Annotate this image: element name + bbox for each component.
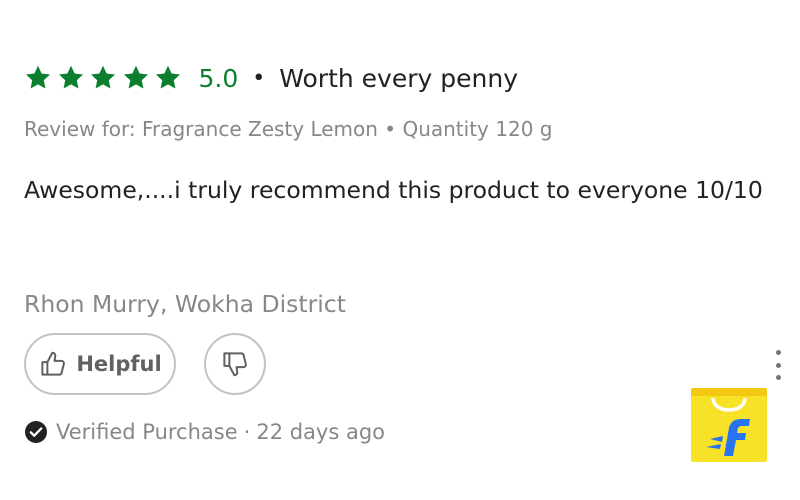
more-options-button[interactable] (766, 350, 790, 380)
shopping-bag-logo (691, 388, 767, 462)
star-rating (24, 64, 187, 92)
review-headline: Worth every penny (279, 63, 518, 93)
review-age: 22 days ago (256, 420, 386, 444)
verified-purchase-row: Verified Purchase · 22 days ago (24, 417, 385, 447)
verified-purchase-label: Verified Purchase (56, 420, 238, 444)
helpful-label: Helpful (76, 352, 162, 376)
more-vertical-icon-dot (775, 350, 781, 355)
rating-value: 5.0 (198, 63, 239, 93)
check-circle-icon (25, 421, 47, 443)
separator-dot: · (243, 420, 251, 444)
thumbs-down-icon (223, 352, 247, 377)
not-helpful-button[interactable] (204, 333, 266, 395)
star-icon (155, 65, 181, 89)
helpful-button[interactable]: Helpful (24, 333, 176, 395)
more-vertical-icon-dot (775, 375, 781, 380)
review-body: Awesome,....i truly recommend this produ… (24, 176, 763, 204)
review-product-info: Review for: Fragrance Zesty Lemon • Quan… (24, 117, 553, 141)
star-icon (123, 65, 148, 89)
star-icon (90, 65, 116, 89)
bullet-separator: • (252, 65, 266, 91)
rating-row: 5.0 • Worth every penny (24, 57, 518, 99)
star-icon (58, 65, 83, 89)
star-icon (25, 65, 51, 89)
thumbs-up-icon (41, 351, 66, 376)
reviewer-name-location: Rhon Murry, Wokha District (24, 290, 346, 318)
more-vertical-icon-dot (775, 362, 781, 368)
